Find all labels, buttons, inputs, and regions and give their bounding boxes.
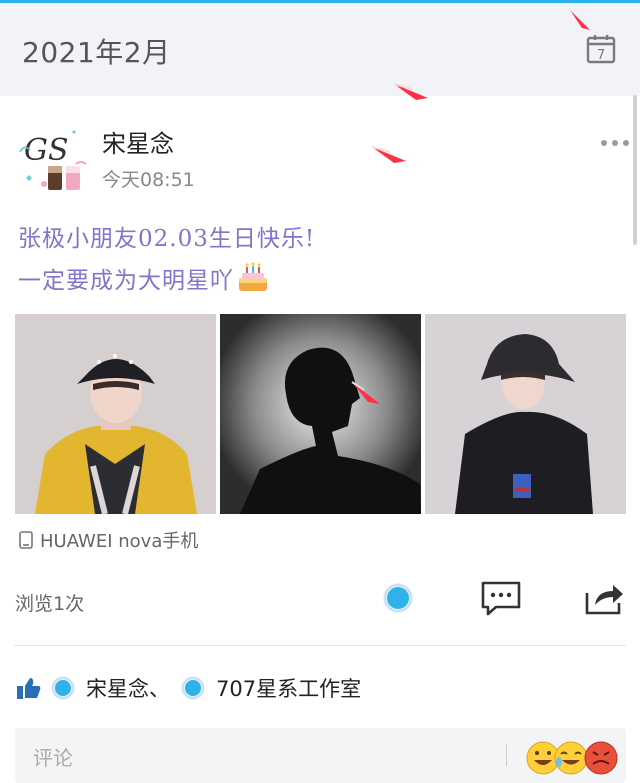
calendar-icon[interactable]: 7 [586,34,616,64]
divider [14,645,626,646]
liker-name-1[interactable]: 宋星念 [86,673,149,703]
sparkle-decoration [393,83,428,100]
comment-separator [506,744,507,766]
emoji-icon[interactable] [523,736,623,776]
post-text-line-2-text: 一定要成为大明星吖 [18,268,234,294]
avatar-monogram: GS [24,133,69,168]
post-content: 张极小朋友02.03生日快乐! 一定要成为大明星吖 [18,218,315,302]
photo-grid [15,314,626,514]
post-text-line-1: 张极小朋友02.03生日快乐! [18,226,316,252]
sparkle-decoration [351,381,380,404]
badge-icon [181,676,205,700]
view-count: 浏览1次 [15,593,85,615]
post-text-line-2: 一定要成为大明星吖 [18,260,315,302]
post-time: 今天08:51 [102,169,195,191]
share-icon[interactable] [583,579,625,617]
photo-3[interactable] [425,314,626,514]
more-icon[interactable] [600,138,630,148]
device-name: HUAWEI nova手机 [40,531,199,552]
photo-1[interactable] [15,314,216,514]
comment-input[interactable]: 评论 [15,728,626,783]
vip-icon[interactable] [381,581,415,615]
liker-separator: 、 [149,677,170,701]
liker-name-2[interactable]: 707星系工作室 [216,673,361,703]
month-title: 2021年2月 [22,36,171,69]
thumb-up-icon [17,678,41,699]
scrollbar[interactable] [633,95,637,245]
cake-icon [239,262,267,291]
phone-icon [19,531,33,549]
photo-2[interactable] [220,314,421,514]
badge-icon [51,676,75,700]
sparkle-decoration [570,10,590,30]
comment-placeholder: 评论 [33,746,73,770]
header-bar: 2021年2月 7 [0,3,640,96]
sparkle-decoration [371,146,406,163]
author-name[interactable]: 宋星念 [102,124,174,159]
avatar[interactable]: GS [14,118,92,196]
calendar-day: 7 [597,48,605,63]
device-label: HUAWEI nova手机 [19,527,198,553]
comment-icon[interactable] [480,580,522,618]
likes-row: 宋星念 、 707星系工作室 [16,672,361,704]
